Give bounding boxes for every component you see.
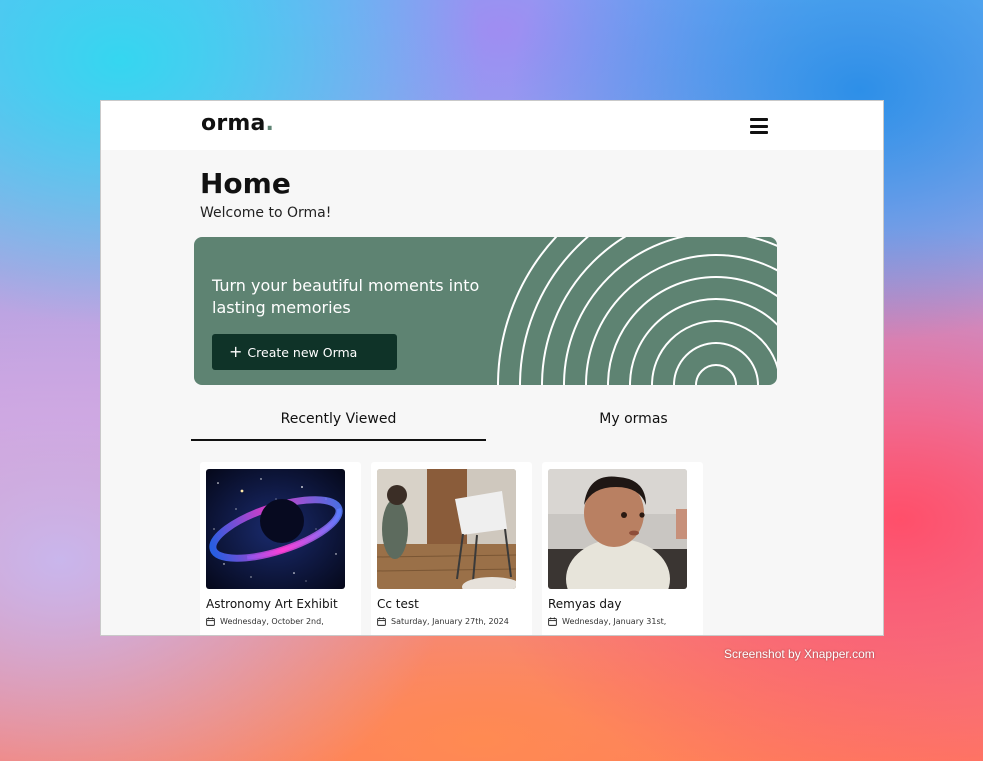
card-date: Saturday, January 27th, 2024 xyxy=(377,617,509,626)
card-date: Wednesday, October 2nd, xyxy=(206,617,324,626)
orma-card[interactable]: Astronomy Art Exhibit Wednesday, October… xyxy=(200,462,361,635)
room-photo xyxy=(377,469,516,589)
card-title: Remyas day xyxy=(548,597,622,611)
card-date-text: Wednesday, January 31st, xyxy=(562,617,667,626)
tab-recently-viewed[interactable]: Recently Viewed xyxy=(191,401,486,441)
orma-logo[interactable]: orma. xyxy=(201,111,274,136)
card-date-text: Wednesday, October 2nd, xyxy=(220,617,324,626)
screenshot-watermark: Screenshot by Xnapper.com xyxy=(724,647,875,661)
plus-icon: + xyxy=(229,342,243,361)
top-nav-bar: orma. xyxy=(101,101,883,150)
baby-photo xyxy=(548,469,687,589)
hero-headline: Turn your beautiful moments into lasting… xyxy=(212,276,480,317)
tab-my-ormas[interactable]: My ormas xyxy=(486,401,781,441)
create-button-label: Create new Orma xyxy=(247,344,358,360)
calendar-icon xyxy=(206,617,215,626)
menu-bar xyxy=(750,124,768,128)
page-subtitle: Welcome to Orma! xyxy=(200,205,332,221)
page-title: Home xyxy=(200,167,291,200)
orma-card[interactable]: Cc test Saturday, January 27th, 2024 xyxy=(371,462,532,635)
galaxy-image xyxy=(206,469,345,589)
card-date-text: Saturday, January 27th, 2024 xyxy=(391,617,509,626)
card-title: Astronomy Art Exhibit xyxy=(206,597,338,611)
create-new-orma-button[interactable]: + Create new Orma xyxy=(212,334,397,370)
card-date: Wednesday, January 31st, xyxy=(548,617,666,626)
logo-text: orma xyxy=(201,111,266,136)
card-title: Cc test xyxy=(377,597,419,611)
logo-dot: . xyxy=(265,111,275,136)
browser-window: orma. Home Welcome to Orma! Turn your be… xyxy=(100,100,884,636)
menu-bar xyxy=(750,118,768,121)
tab-bar: Recently Viewed My ormas xyxy=(191,401,781,441)
calendar-icon xyxy=(548,617,557,626)
hamburger-menu-icon[interactable] xyxy=(750,118,768,134)
hero-banner: Turn your beautiful moments into lasting… xyxy=(194,237,777,385)
calendar-icon xyxy=(377,617,386,626)
orma-card[interactable]: Remyas day Wednesday, January 31st, xyxy=(542,462,703,635)
menu-bar xyxy=(750,131,768,134)
